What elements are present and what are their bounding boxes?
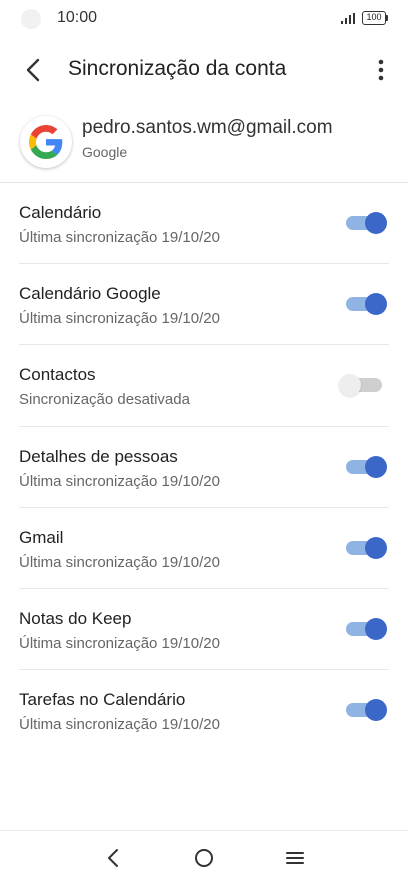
sync-toggle[interactable] bbox=[346, 616, 388, 642]
battery-icon: 100 bbox=[362, 11, 389, 25]
app-bar: Sincronização da conta bbox=[0, 44, 408, 96]
nav-back-icon[interactable] bbox=[100, 845, 126, 871]
sync-item-contactos[interactable]: Contactos Sincronização desativada bbox=[0, 345, 408, 427]
sync-item-title: Calendário bbox=[19, 203, 102, 222]
sync-item-gmail[interactable]: Gmail Última sincronização 19/10/20 bbox=[0, 508, 408, 589]
account-header: pedro.santos.wm@gmail.com Google bbox=[0, 108, 408, 178]
page-title: Sincronização da conta bbox=[68, 57, 287, 80]
account-provider: Google bbox=[82, 144, 128, 160]
sync-toggle[interactable] bbox=[346, 210, 388, 236]
sync-toggle[interactable] bbox=[346, 535, 388, 561]
account-email: pedro.santos.wm@gmail.com bbox=[82, 117, 333, 138]
sync-toggle[interactable] bbox=[346, 291, 388, 317]
more-vert-icon[interactable] bbox=[366, 52, 396, 88]
sync-item-title: Notas do Keep bbox=[19, 608, 132, 628]
sync-item-subtitle: Última sincronização 19/10/20 bbox=[19, 716, 220, 734]
status-time: 10:00 bbox=[57, 9, 98, 26]
sync-item-title: Calendário Google bbox=[19, 284, 161, 304]
system-nav-bar bbox=[0, 830, 408, 884]
sync-item-subtitle: Última sincronização 19/10/20 bbox=[19, 310, 220, 328]
sync-list: Calendário Última sincronização 19/10/20… bbox=[0, 183, 408, 751]
back-arrow-icon[interactable] bbox=[14, 50, 50, 90]
sync-toggle[interactable] bbox=[346, 454, 388, 480]
sync-item-detalhes-de-pessoas[interactable]: Detalhes de pessoas Última sincronização… bbox=[0, 427, 408, 508]
sync-item-title: Gmail bbox=[19, 527, 64, 547]
status-bar: 10:00 100 bbox=[0, 0, 408, 36]
sync-item-calendario-google[interactable]: Calendário Google Última sincronização 1… bbox=[0, 264, 408, 346]
sync-item-title: Detalhes de pessoas bbox=[19, 446, 178, 466]
sync-toggle[interactable] bbox=[339, 372, 388, 398]
camera-cutout bbox=[21, 9, 41, 29]
sync-item-subtitle: Última sincronização 19/10/20 bbox=[19, 634, 220, 652]
nav-recents-icon[interactable] bbox=[282, 845, 308, 871]
sync-item-title: Tarefas no Calendário bbox=[19, 690, 186, 710]
google-logo-icon bbox=[20, 116, 72, 168]
sync-item-subtitle: Sincronização desativada bbox=[19, 391, 190, 409]
sync-item-notas-do-keep[interactable]: Notas do Keep Última sincronização 19/10… bbox=[0, 589, 408, 671]
signal-icon bbox=[341, 13, 355, 24]
sync-item-subtitle: Última sincronização 19/10/20 bbox=[19, 553, 220, 571]
battery-level: 100 bbox=[362, 11, 386, 25]
screen: 10:00 100 Sincronização da conta pedro.s… bbox=[0, 0, 408, 884]
sync-item-calendario[interactable]: Calendário Última sincronização 19/10/20 bbox=[0, 183, 408, 265]
sync-item-tarefas-no-calendario[interactable]: Tarefas no Calendário Última sincronizaç… bbox=[0, 670, 408, 751]
sync-item-title: Contactos bbox=[19, 365, 96, 385]
sync-item-subtitle: Última sincronização 19/10/20 bbox=[19, 229, 220, 246]
sync-item-subtitle: Última sincronização 19/10/20 bbox=[19, 472, 220, 490]
sync-toggle[interactable] bbox=[346, 697, 388, 723]
nav-home-icon[interactable] bbox=[191, 845, 217, 871]
